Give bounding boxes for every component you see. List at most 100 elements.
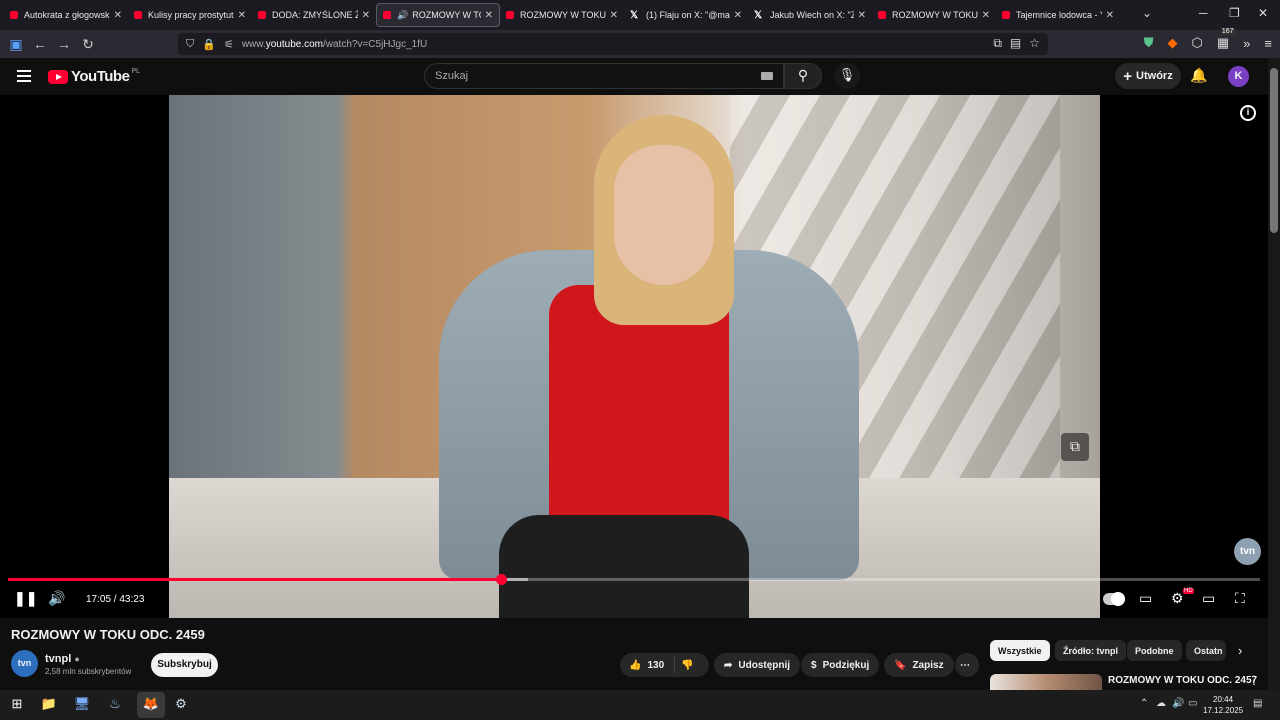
page-scrollbar[interactable] (1268, 58, 1280, 690)
voice-search-button[interactable]: 🎙 (834, 63, 860, 89)
bookmark-star-icon[interactable]: ☆ (1029, 36, 1040, 51)
reload-icon[interactable]: ↻ (76, 36, 100, 53)
thanks-button[interactable]: $ Podziękuj (801, 653, 880, 677)
volume-icon[interactable]: 🔊 (48, 590, 65, 607)
chip-recent[interactable]: Ostatn (1186, 640, 1226, 661)
forward-icon[interactable]: → (52, 36, 76, 52)
notifications-icon[interactable]: ▤ (1253, 698, 1262, 709)
more-vertical-icon[interactable]: ⋮ (1248, 673, 1260, 687)
browser-tab[interactable]: Kulisy pracy prostytutki. ✕ (128, 3, 252, 27)
close-tab-icon[interactable]: ✕ (734, 10, 742, 21)
keyboard-icon[interactable] (761, 72, 773, 80)
hamburger-menu-icon[interactable] (17, 70, 31, 85)
taskbar-clock[interactable]: 20:44 17.12.2025 (1203, 694, 1243, 716)
autoplay-toggle[interactable] (1103, 592, 1125, 606)
youtube-play-icon (48, 69, 68, 84)
channel-watermark[interactable]: tvn (1234, 538, 1261, 565)
like-icon[interactable]: 👍 (629, 660, 641, 671)
tray-overflow-icon[interactable]: ⌃ (1140, 698, 1148, 709)
bookmark-icon: 🔖 (894, 659, 907, 671)
close-tab-icon[interactable]: ✕ (1106, 10, 1114, 21)
close-tab-icon[interactable]: ✕ (114, 10, 122, 21)
notifications-bell-icon[interactable]: 🔔 (1190, 67, 1207, 84)
app-icon[interactable]: ⚙ (172, 696, 190, 714)
chip-source[interactable]: Źródło: tvnpl (1055, 640, 1126, 661)
browser-tab[interactable]: ROZMOWY W TOKU ODC✕ (872, 3, 996, 27)
menu-icon[interactable]: ≡ (1264, 36, 1272, 51)
pause-icon[interactable]: ❚❚ (14, 590, 37, 607)
file-explorer-icon[interactable]: 📁 (40, 696, 58, 714)
address-bar[interactable]: ⛉ 🔒 ⚟ www.youtube.com/watch?v=C5jHJgc_1f… (178, 33, 1048, 55)
close-tab-icon[interactable]: ✕ (982, 10, 990, 21)
minimize-icon[interactable]: ─ (1199, 6, 1208, 20)
account-avatar[interactable]: K (1228, 66, 1249, 87)
volume-tray-icon[interactable]: 🔊 (1172, 698, 1184, 709)
close-window-icon[interactable]: ✕ (1258, 6, 1268, 20)
close-tab-icon[interactable]: ✕ (238, 10, 246, 21)
browser-tab[interactable]: 𝕏(1) Flaju on X: "@mamicz✕ (624, 3, 748, 27)
chip-all[interactable]: Wszystkie (990, 640, 1050, 661)
windows-start-icon[interactable]: ⊞ (8, 696, 26, 714)
sidebar-toggle-icon[interactable]: ▣ (4, 36, 28, 53)
miniplayer-icon[interactable]: ⧉ (1061, 433, 1089, 461)
steam-icon[interactable]: ♨ (106, 696, 124, 714)
settings-gear-icon[interactable]: ⚙ (1171, 590, 1184, 607)
ublock-icon[interactable]: ▦ 167 (1217, 28, 1235, 51)
fullscreen-icon[interactable]: ⛶ (1235, 590, 1245, 607)
channel-name[interactable]: tvnpl ● (45, 653, 80, 665)
lock-icon[interactable]: 🔒 (202, 38, 216, 51)
extensions-puzzle-icon[interactable]: ⬡ (1192, 35, 1203, 51)
onedrive-icon[interactable]: ☁ (1156, 698, 1166, 709)
dislike-icon[interactable]: 👎 (681, 660, 693, 671)
permissions-icon[interactable]: ⚟ (224, 38, 234, 51)
youtube-icon (10, 11, 18, 19)
subscribe-button[interactable]: Subskrybuj (151, 653, 218, 677)
channel-avatar[interactable]: tvn (11, 650, 38, 677)
chip-related[interactable]: Podobne (1127, 640, 1182, 661)
recommendation-title[interactable]: ROZMOWY W TOKU ODC. 2457 (1108, 675, 1257, 686)
save-button[interactable]: 🔖 Zapisz (884, 653, 954, 677)
search-button[interactable]: ⚲ (784, 63, 822, 89)
browser-tab[interactable]: 𝕏Jakub Wiech on X: "Zrob✕ (748, 3, 872, 27)
extension-icon[interactable]: ◆ (1168, 35, 1178, 51)
picture-in-picture-icon[interactable]: ⧉ (993, 36, 1002, 51)
more-actions-button[interactable]: ⋯ (955, 653, 979, 677)
browser-tab-active[interactable]: 🔊ROZMOWY W TOKU✕ (376, 3, 500, 27)
vpn-shield-icon[interactable]: ⛊ (1144, 35, 1154, 51)
youtube-icon (1002, 11, 1010, 19)
url-text[interactable]: www.youtube.com/watch?v=C5jHJgc_1fU (242, 39, 427, 50)
recommendation-thumbnail[interactable] (990, 674, 1102, 690)
close-tab-icon[interactable]: ✕ (610, 10, 618, 21)
close-tab-icon[interactable]: ✕ (362, 10, 370, 21)
shield-icon[interactable]: ⛉ (186, 38, 194, 51)
youtube-icon (258, 11, 266, 19)
browser-tab[interactable]: ROZMOWY W TOKU ODC✕ (500, 3, 624, 27)
browser-tab[interactable]: Tajemnice lodowca - You✕ (996, 3, 1120, 27)
video-player[interactable]: i ⧉ tvn ❚❚ 🔊 17:05 / 43:23 ▭ ⚙ HD ▭ ⛶ (0, 95, 1268, 618)
theater-mode-icon[interactable]: ▭ (1202, 590, 1215, 607)
youtube-logo[interactable]: YouTube PL (48, 68, 140, 85)
close-tab-icon[interactable]: ✕ (485, 10, 493, 21)
remote-desktop-icon[interactable]: 🖥 (73, 696, 91, 714)
search-input[interactable]: Szukaj (424, 63, 784, 89)
firefox-icon[interactable]: 🦊 (142, 696, 160, 714)
reader-view-icon[interactable]: ▤ (1010, 36, 1021, 51)
speaker-icon[interactable]: 🔊 (397, 10, 408, 21)
maximize-icon[interactable]: ❐ (1229, 6, 1240, 20)
more-tools-icon[interactable]: » (1243, 36, 1250, 51)
tab-list-chevron-icon[interactable]: ⌄ (1142, 6, 1152, 20)
like-count[interactable]: 130 (647, 660, 664, 671)
scrollbar-thumb[interactable] (1270, 68, 1278, 233)
back-icon[interactable]: ← (28, 36, 52, 52)
subtitles-icon[interactable]: ▭ (1139, 590, 1152, 607)
browser-tab[interactable]: DODA: ZMYŚLONE ŻYCIE✕ (252, 3, 376, 27)
info-icon[interactable]: i (1240, 105, 1256, 121)
browser-tab[interactable]: Autokrata z głogowskiej ✕ (4, 3, 128, 27)
progress-bar[interactable] (8, 574, 1260, 585)
share-button[interactable]: ➦ Udostępnij (714, 653, 801, 677)
create-button[interactable]: + Utwórz (1115, 63, 1181, 89)
video-frame[interactable] (169, 95, 1100, 618)
network-icon[interactable]: ▭ (1188, 698, 1197, 709)
chevron-right-icon[interactable]: › (1238, 643, 1242, 658)
close-tab-icon[interactable]: ✕ (858, 10, 866, 21)
